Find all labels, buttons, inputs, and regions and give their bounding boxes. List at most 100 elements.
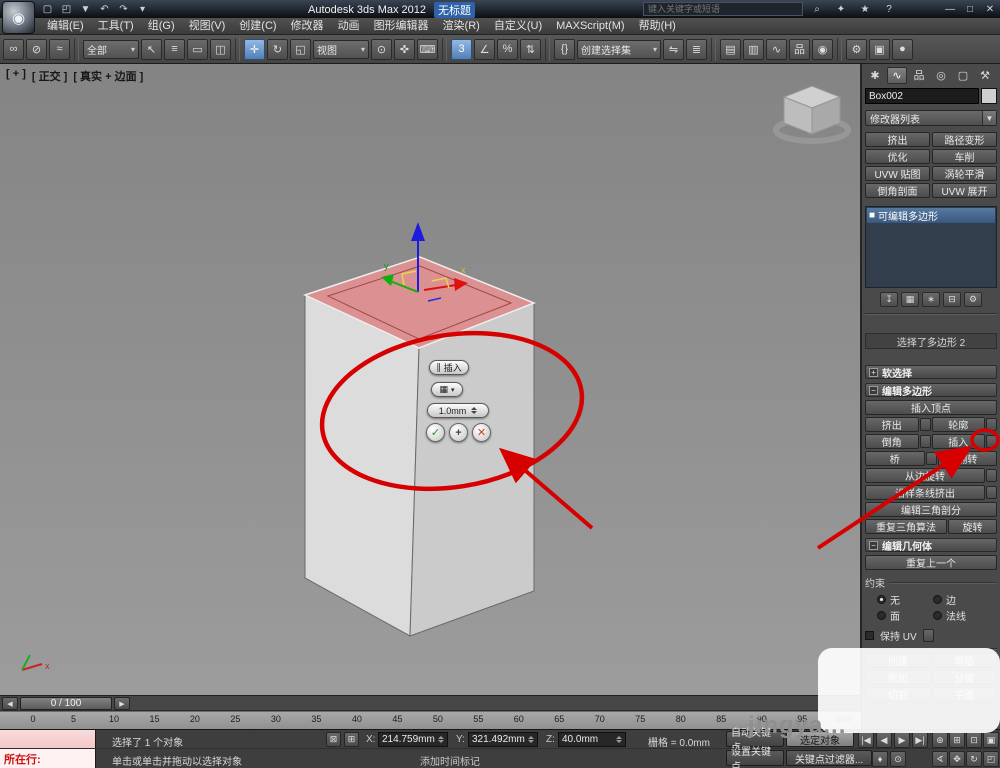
- rollout-edit-geometry[interactable]: − 编辑几何体: [865, 538, 997, 552]
- remove-modifier-icon[interactable]: ⊟: [943, 292, 961, 307]
- modifier-list-dropdown[interactable]: 修改器列表 ▼: [865, 110, 997, 126]
- turn-button[interactable]: 旋转: [948, 519, 997, 534]
- minimize-button[interactable]: —: [943, 2, 957, 16]
- pan-icon[interactable]: ✥: [949, 751, 965, 767]
- viewport-menu-pov[interactable]: [ 正交 ]: [32, 68, 67, 84]
- select-and-link-icon[interactable]: ∞: [3, 39, 24, 60]
- menu-item[interactable]: 自定义(U): [487, 18, 549, 35]
- go-to-end-button[interactable]: ▶|: [912, 732, 928, 748]
- zoom-extents-icon[interactable]: ⊡: [966, 732, 982, 748]
- outline-button[interactable]: 轮廓: [932, 417, 986, 432]
- select-and-manipulate-icon[interactable]: ✜: [394, 39, 415, 60]
- modifier-button[interactable]: 优化: [865, 149, 930, 164]
- expand-icon[interactable]: +: [869, 368, 878, 377]
- modifier-button[interactable]: UVW 贴图: [865, 166, 930, 181]
- extrude-along-spline-settings-button[interactable]: [986, 486, 997, 499]
- constraint-face-radio[interactable]: 面: [877, 608, 929, 622]
- constraint-normal-radio[interactable]: 法线: [933, 608, 985, 622]
- tab-motion[interactable]: ◎: [931, 67, 951, 84]
- menu-item[interactable]: 组(G): [141, 18, 182, 35]
- y-coordinate-field[interactable]: 321.492mm: [468, 732, 538, 747]
- modifier-button[interactable]: 倒角剖面: [865, 183, 930, 198]
- maxscript-mini-listener[interactable]: 所在行:: [0, 749, 96, 768]
- redo-icon[interactable]: ↷: [116, 2, 131, 16]
- set-key-button[interactable]: 设置关键点: [726, 750, 784, 766]
- preserve-uv-settings-button[interactable]: [923, 629, 934, 642]
- box-object[interactable]: [305, 257, 534, 636]
- edit-triangulation-button[interactable]: 编辑三角剖分: [865, 502, 997, 517]
- extrude-button[interactable]: 挤出: [865, 417, 919, 432]
- field-of-view-icon[interactable]: ∢: [932, 751, 948, 767]
- tab-display[interactable]: ▢: [953, 67, 973, 84]
- previous-frame-button[interactable]: ◀: [876, 732, 892, 748]
- configure-modifier-sets-icon[interactable]: ⚙: [964, 292, 982, 307]
- bevel-button[interactable]: 倒角: [865, 434, 919, 449]
- rollout-soft-selection[interactable]: + 软选择: [865, 365, 997, 379]
- zoom-icon[interactable]: ⊕: [932, 732, 948, 748]
- spinner-arrows-icon[interactable]: [471, 407, 477, 414]
- constraint-none-radio[interactable]: 无: [877, 592, 929, 606]
- menu-item[interactable]: 修改器: [284, 18, 331, 35]
- menu-item[interactable]: 图形编辑器: [367, 18, 436, 35]
- help-icon[interactable]: ?: [882, 2, 896, 16]
- modifier-button[interactable]: UVW 展开: [932, 183, 997, 198]
- align-icon[interactable]: ≣: [686, 39, 707, 60]
- constraint-edge-radio[interactable]: 边: [933, 592, 985, 606]
- tab-create[interactable]: ✱: [865, 67, 885, 84]
- collapse-icon[interactable]: −: [869, 541, 878, 550]
- z-coordinate-field[interactable]: 40.0mm: [558, 732, 626, 747]
- modifier-button[interactable]: 挤出: [865, 132, 930, 147]
- spinner-snap-icon[interactable]: ⇅: [520, 39, 541, 60]
- zoom-extents-all-icon[interactable]: ▣: [983, 732, 999, 748]
- show-end-result-icon[interactable]: ▦: [901, 292, 919, 307]
- go-to-start-button[interactable]: |◀: [858, 732, 874, 748]
- close-button[interactable]: ✕: [983, 2, 997, 16]
- rectangular-selection-region-icon[interactable]: ▭: [187, 39, 208, 60]
- maximize-viewport-icon[interactable]: ◰: [983, 751, 999, 767]
- menu-item[interactable]: 渲染(R): [436, 18, 487, 35]
- bevel-settings-button[interactable]: [920, 435, 931, 448]
- hinge-from-edge-button[interactable]: 从边旋转: [865, 468, 985, 483]
- select-object-icon[interactable]: ↖: [141, 39, 162, 60]
- menu-item[interactable]: 帮助(H): [632, 18, 683, 35]
- keyboard-shortcut-override-icon[interactable]: ⌨: [417, 39, 438, 60]
- next-frame-arrow[interactable]: ▶: [114, 697, 130, 710]
- select-and-move-icon[interactable]: ✛: [244, 39, 265, 60]
- curve-editor-icon[interactable]: ∿: [766, 39, 787, 60]
- bridge-settings-button[interactable]: [926, 452, 937, 465]
- object-color-swatch[interactable]: [981, 88, 997, 104]
- modifier-button[interactable]: 路径变形: [932, 132, 997, 147]
- caddy-inset-amount-spinner[interactable]: 1.0mm: [427, 403, 489, 418]
- unlink-selection-icon[interactable]: ⊘: [26, 39, 47, 60]
- angle-snap-icon[interactable]: ∠: [474, 39, 495, 60]
- open-file-icon[interactable]: ◰: [59, 2, 74, 16]
- named-selection-sets-dropdown[interactable]: 创建选择集▾: [577, 40, 661, 59]
- selection-filter-dropdown[interactable]: 全部▾: [83, 40, 139, 59]
- favorites-icon[interactable]: ★: [858, 2, 872, 16]
- view-cube[interactable]: [776, 86, 848, 141]
- snaps-toggle-icon[interactable]: 3: [451, 39, 472, 60]
- menu-item[interactable]: 视图(V): [182, 18, 233, 35]
- time-slider-handle[interactable]: 0 / 100: [20, 697, 112, 710]
- edit-named-selection-sets-icon[interactable]: {}: [554, 39, 575, 60]
- menu-item[interactable]: 编辑(E): [40, 18, 91, 35]
- quick-access-dropdown-icon[interactable]: ▾: [135, 2, 150, 16]
- reference-coordinate-dropdown[interactable]: 视图▾: [313, 40, 369, 59]
- viewport[interactable]: [ + ] [ 正交 ] [ 真实 + 边面 ]: [0, 64, 861, 695]
- key-mode-toggle-icon[interactable]: ♦: [872, 751, 888, 767]
- spinner-arrows-icon[interactable]: [616, 736, 622, 743]
- caddy-group-mode-dropdown[interactable]: ▦ ▾: [431, 382, 463, 397]
- caddy-cancel-button[interactable]: ✕: [472, 423, 491, 442]
- menu-item[interactable]: MAXScript(M): [549, 18, 631, 35]
- search-icon[interactable]: ⌕: [810, 2, 824, 16]
- render-setup-icon[interactable]: ⚙: [846, 39, 867, 60]
- bind-to-space-warp-icon[interactable]: ≈: [49, 39, 70, 60]
- modifier-stack[interactable]: ■ 可编辑多边形: [865, 206, 997, 288]
- extrude-along-spline-button[interactable]: 沿样条线挤出: [865, 485, 985, 500]
- tab-utilities[interactable]: ⚒: [975, 67, 995, 84]
- caddy-title-insert[interactable]: ∥ 插入: [429, 360, 469, 375]
- menu-item[interactable]: 工具(T): [91, 18, 141, 35]
- time-configuration-icon[interactable]: ⊙: [890, 751, 906, 767]
- save-file-icon[interactable]: ▼: [78, 2, 93, 16]
- inset-button[interactable]: 插入: [932, 434, 986, 449]
